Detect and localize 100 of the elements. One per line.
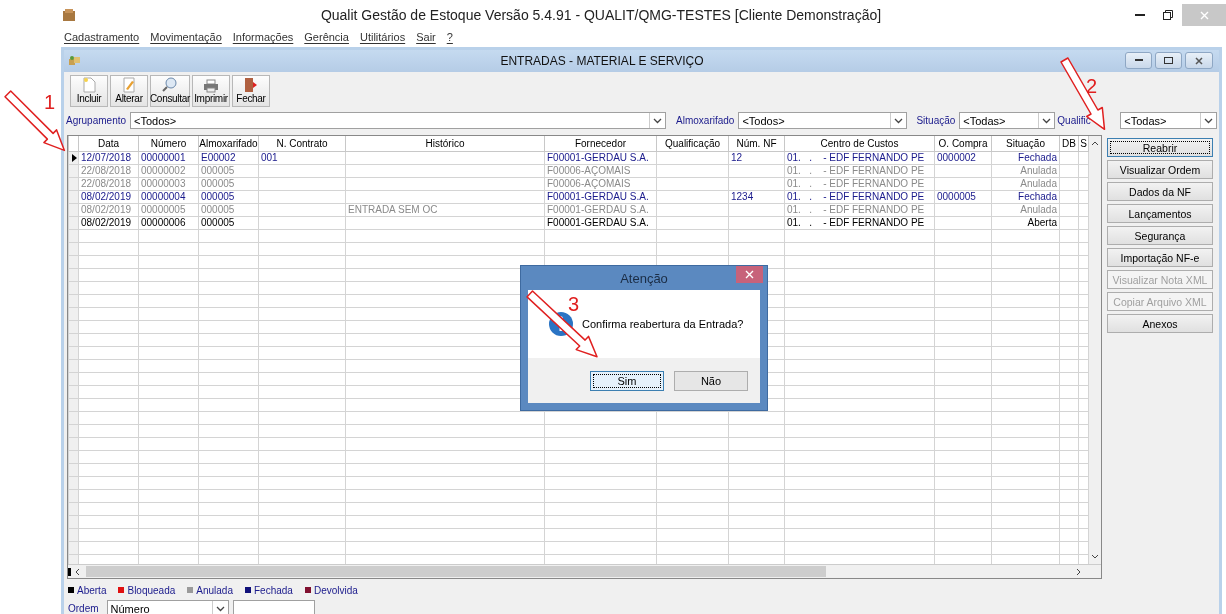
exit-door-icon: [243, 76, 259, 93]
table-cell: 01. . - EDF FERNANDO PE: [787, 165, 925, 177]
child-window-title: ENTRADAS - MATERIAL E SERVIÇO: [499, 53, 705, 68]
magnifier-icon: [162, 76, 178, 93]
action-button[interactable]: Importação NF-e: [1107, 248, 1213, 268]
column-header[interactable]: Fornecedor: [544, 136, 657, 152]
column-header[interactable]: Qualificação: [656, 136, 729, 152]
table-cell: F00006-AÇOMAIS: [547, 178, 631, 190]
filter-label: Qualific: [1057, 115, 1092, 126]
table-cell: 000005: [201, 165, 235, 177]
table-cell: 00000002: [141, 165, 186, 177]
filter-dropdown[interactable]: <Todos>: [130, 112, 667, 129]
scroll-right-icon[interactable]: [1075, 567, 1083, 576]
column-header[interactable]: Número: [138, 136, 199, 152]
scroll-up-icon[interactable]: [1091, 140, 1099, 147]
menu-item[interactable]: Sair: [416, 31, 436, 43]
action-button[interactable]: Segurança: [1107, 226, 1213, 246]
restore-icon[interactable]: [1155, 52, 1182, 70]
table-cell: 12: [731, 152, 743, 164]
table-cell: 01. . - EDF FERNANDO PE: [787, 178, 925, 190]
legend-label: Anulada: [196, 584, 233, 596]
legend-label: Aberta: [77, 584, 107, 596]
step-number: 1: [44, 92, 56, 112]
legend-label: Bloqueada: [127, 584, 176, 596]
table-cell: 01. . - EDF FERNANDO PE: [787, 191, 925, 203]
column-header[interactable]: S: [1078, 136, 1089, 152]
toolbar-button[interactable]: Fechar: [232, 74, 270, 107]
app-icon: [62, 8, 76, 22]
toolbar-button[interactable]: Incluir: [70, 74, 108, 107]
column-header[interactable]: Histórico: [345, 136, 545, 152]
scroll-down-icon[interactable]: [1091, 554, 1099, 561]
scroll-left-icon[interactable]: [68, 567, 82, 576]
order-dropdown[interactable]: Número: [106, 600, 229, 614]
table-cell: 22/08/2018: [81, 165, 132, 177]
table-cell: 00000005: [141, 204, 186, 216]
filter-label: Agrupamento: [66, 115, 127, 126]
table-cell: 00000003: [141, 178, 186, 190]
dialog-button[interactable]: Não: [674, 370, 748, 391]
legend-label: Fechada: [254, 584, 293, 596]
menu-item[interactable]: ?: [446, 31, 453, 43]
annotation-arrow: [4, 90, 66, 152]
column-header[interactable]: N. Contrato: [258, 136, 346, 152]
table-cell: 000005: [201, 178, 235, 190]
table-cell: 000005: [201, 191, 235, 203]
table-cell: 12/07/2018: [81, 152, 132, 164]
table-cell: F00006-AÇOMAIS: [547, 165, 631, 177]
input-field[interactable]: [232, 600, 315, 614]
legend-label: Devolvida: [313, 584, 358, 596]
edit-document-icon: [122, 76, 136, 93]
column-header[interactable]: Núm. NF: [728, 136, 785, 152]
column-header[interactable]: Data: [78, 136, 139, 152]
step-number: 2: [1086, 76, 1098, 96]
table-cell: 01. . - EDF FERNANDO PE: [787, 152, 925, 164]
horizontal-scrollbar[interactable]: [68, 564, 1101, 579]
action-button[interactable]: Visualizar Ordem: [1107, 160, 1213, 180]
action-button[interactable]: Anexos: [1107, 314, 1213, 334]
action-button[interactable]: Reabrir: [1107, 138, 1213, 158]
table-cell: E00002: [201, 152, 236, 164]
menu-item[interactable]: Utilitários: [359, 31, 406, 43]
table-cell: 22/08/2018: [81, 178, 132, 190]
column-header[interactable]: Situação: [991, 136, 1060, 152]
filter-dropdown[interactable]: <Todas>: [959, 112, 1056, 129]
action-button[interactable]: Lançamentos: [1107, 204, 1213, 224]
table-cell: F00001-GERDAU S.A.: [547, 217, 649, 229]
dialog-button[interactable]: Sim: [590, 370, 664, 391]
table-cell: 08/02/2019: [81, 204, 132, 216]
toolbar-button[interactable]: Imprimir: [192, 74, 230, 107]
column-header[interactable]: O. Compra: [934, 136, 992, 152]
column-header[interactable]: Centro de Custos: [784, 136, 935, 152]
vertical-scrollbar[interactable]: [1089, 136, 1101, 565]
printer-icon: [203, 78, 219, 93]
table-cell: Aberta: [1027, 217, 1057, 229]
filter-dropdown[interactable]: <Todos>: [738, 112, 908, 129]
table-cell: Fechada: [1018, 152, 1057, 164]
menu-item[interactable]: Informações: [232, 31, 294, 43]
table-cell: Fechada: [1018, 191, 1057, 203]
table-cell: 0000005: [937, 191, 976, 203]
table-cell: Anulada: [1020, 165, 1057, 177]
table-cell: 000005: [201, 217, 235, 229]
menu-item[interactable]: Cadastramento: [64, 31, 140, 43]
table-cell: 08/02/2019: [81, 191, 132, 203]
toolbar-button[interactable]: Consultar: [150, 74, 190, 107]
restore-icon[interactable]: [1163, 10, 1173, 20]
table-cell: F00001-GERDAU S.A.: [547, 152, 649, 164]
close-icon[interactable]: [1185, 52, 1213, 70]
table-cell: ENTRADA SEM OC: [348, 204, 438, 216]
new-document-icon: [82, 76, 96, 93]
table-cell: 08/02/2019: [81, 217, 132, 229]
filter-label: Almoxarifado: [676, 115, 735, 126]
filter-dropdown[interactable]: <Todas>: [1120, 112, 1218, 129]
column-header[interactable]: Almoxarifado: [198, 136, 259, 152]
menu-item[interactable]: Gerência: [304, 31, 349, 43]
table-cell: Anulada: [1020, 204, 1057, 216]
step-number: 3: [568, 294, 580, 314]
table-cell: 1234: [731, 191, 754, 203]
toolbar-button[interactable]: Alterar: [110, 74, 148, 107]
menu-item[interactable]: Movimentação: [150, 31, 222, 43]
window-title: Qualit Gestão de Estoque Versão 5.4.91 - QUALIT/QMG-TESTES [Cliente Demonstração]: [319, 7, 883, 23]
action-button[interactable]: Dados da NF: [1107, 182, 1213, 202]
minimize-icon[interactable]: [1125, 52, 1152, 70]
